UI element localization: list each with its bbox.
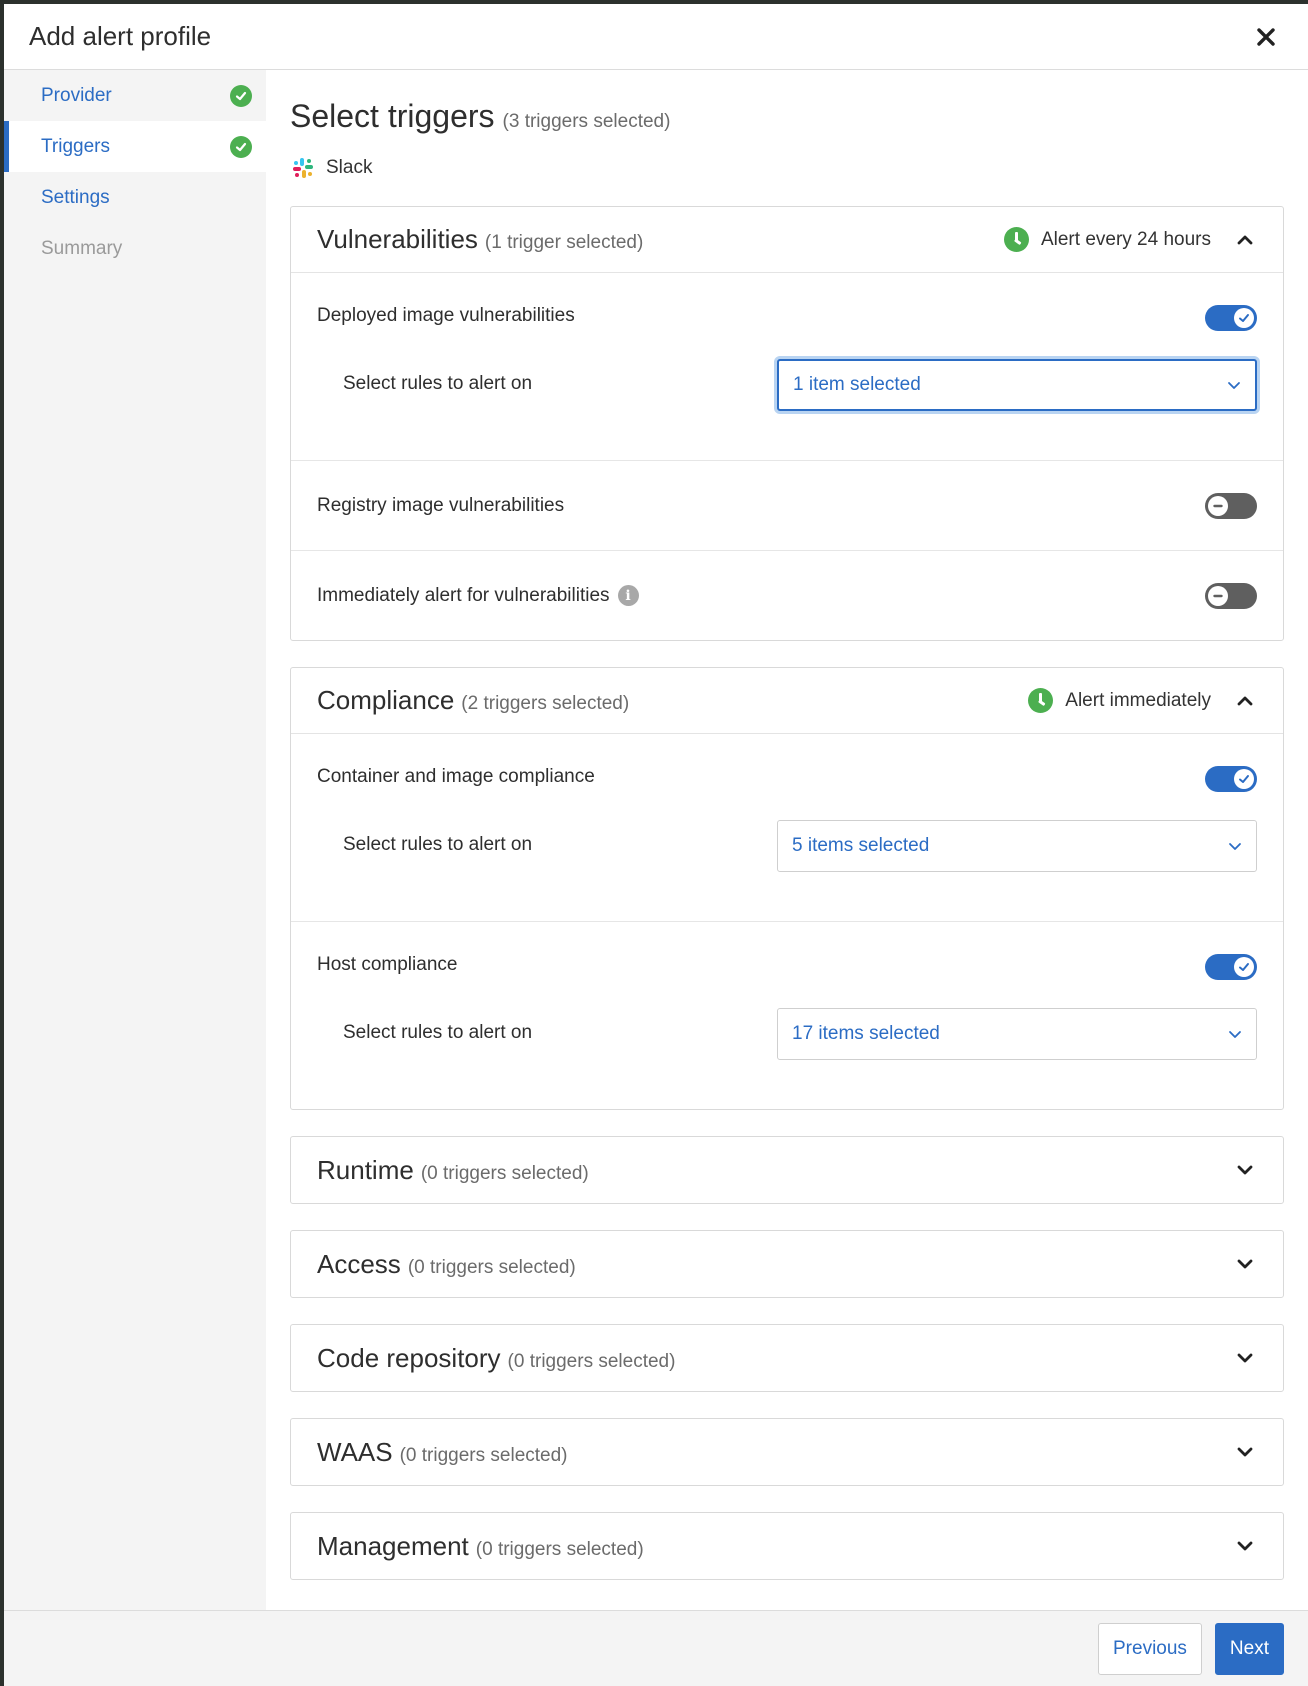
trigger-toggle[interactable] bbox=[1205, 954, 1257, 980]
provider-indicator: Slack bbox=[290, 157, 1284, 179]
section-title: Compliance bbox=[317, 685, 455, 715]
rules-select-value: 17 items selected bbox=[792, 1023, 940, 1044]
minus-icon bbox=[1208, 495, 1228, 516]
trigger-immediately-alert-vulnerabilities: Immediately alert for vulnerabilities i bbox=[291, 551, 1283, 640]
section-count: (2 triggers selected) bbox=[461, 693, 630, 714]
section-title: Management bbox=[317, 1530, 469, 1561]
rules-label: Select rules to alert on bbox=[343, 373, 533, 394]
section-title: Runtime bbox=[317, 1154, 414, 1185]
trigger-host-compliance: Host compliance Select rules to alert on… bbox=[291, 922, 1283, 1109]
section-waas: WAAS (0 triggers selected) bbox=[290, 1418, 1284, 1486]
trigger-label: Host compliance bbox=[317, 954, 458, 975]
section-vulnerabilities: Vulnerabilities (1 trigger selected) Ale… bbox=[290, 206, 1284, 641]
section-count: (1 trigger selected) bbox=[484, 232, 644, 253]
clock-icon bbox=[1028, 688, 1054, 713]
modal-body: Provider Triggers Settings Summary Selec… bbox=[4, 70, 1308, 1610]
chevron-up-icon[interactable] bbox=[1233, 689, 1257, 713]
check-icon bbox=[1234, 957, 1254, 977]
sidebar-item-label: Provider bbox=[41, 84, 112, 106]
slack-icon bbox=[293, 158, 313, 178]
page-title-text: Select triggers bbox=[290, 98, 495, 134]
page-subtitle: (3 triggers selected) bbox=[502, 111, 671, 132]
trigger-deployed-image-vulnerabilities: Deployed image vulnerabilities Select ru… bbox=[291, 273, 1283, 461]
rules-select[interactable]: 17 items selected bbox=[777, 1008, 1257, 1060]
section-compliance: Compliance (2 triggers selected) Alert i… bbox=[290, 667, 1284, 1110]
rules-label: Select rules to alert on bbox=[343, 1022, 533, 1043]
section-management: Management (0 triggers selected) bbox=[290, 1512, 1284, 1580]
sidebar-item-triggers[interactable]: Triggers bbox=[4, 121, 266, 172]
check-circle-icon bbox=[230, 84, 252, 107]
section-title: Access bbox=[317, 1248, 401, 1279]
rules-select[interactable]: 1 item selected bbox=[777, 359, 1257, 411]
section-count: (0 triggers selected) bbox=[420, 1162, 589, 1184]
sidebar-item-label: Triggers bbox=[41, 135, 110, 157]
section-header[interactable]: Access (0 triggers selected) bbox=[291, 1231, 1283, 1297]
alert-frequency: Alert immediately bbox=[1065, 689, 1211, 711]
trigger-label: Deployed image vulnerabilities bbox=[317, 305, 575, 326]
wizard-steps-sidebar: Provider Triggers Settings Summary bbox=[4, 70, 266, 1610]
check-icon bbox=[1234, 769, 1254, 789]
section-count: (0 triggers selected) bbox=[507, 1350, 676, 1372]
modal-title: Add alert profile bbox=[29, 21, 212, 51]
previous-button[interactable]: Previous bbox=[1098, 1622, 1202, 1675]
page-title: Select triggers (3 triggers selected) bbox=[290, 98, 1284, 135]
chevron-down-icon[interactable] bbox=[1233, 1252, 1257, 1276]
section-access: Access (0 triggers selected) bbox=[290, 1230, 1284, 1298]
sidebar-item-label: Summary bbox=[41, 237, 123, 259]
add-alert-profile-modal: Add alert profile Provider Triggers Sett… bbox=[4, 4, 1308, 1686]
chevron-down-icon[interactable] bbox=[1233, 1440, 1257, 1464]
section-header[interactable]: Management (0 triggers selected) bbox=[291, 1513, 1283, 1579]
rules-select-value: 1 item selected bbox=[793, 374, 921, 395]
clock-icon bbox=[1003, 227, 1029, 252]
trigger-toggle[interactable] bbox=[1205, 582, 1257, 609]
chevron-down-icon[interactable] bbox=[1233, 1534, 1257, 1558]
info-icon[interactable]: i bbox=[617, 585, 639, 606]
section-header[interactable]: Vulnerabilities (1 trigger selected) Ale… bbox=[291, 207, 1283, 273]
section-title: WAAS bbox=[317, 1436, 393, 1467]
minus-icon bbox=[1208, 585, 1228, 606]
provider-name: Slack bbox=[326, 157, 373, 178]
section-count: (0 triggers selected) bbox=[475, 1538, 644, 1560]
sidebar-item-summary: Summary bbox=[4, 223, 266, 274]
section-header[interactable]: Code repository (0 triggers selected) bbox=[291, 1325, 1283, 1391]
check-circle-icon bbox=[230, 135, 252, 158]
trigger-container-image-compliance: Container and image compliance Select ru… bbox=[291, 734, 1283, 922]
trigger-toggle[interactable] bbox=[1205, 766, 1257, 792]
section-runtime: Runtime (0 triggers selected) bbox=[290, 1136, 1284, 1204]
rules-select-value: 5 items selected bbox=[792, 835, 930, 856]
chevron-down-icon bbox=[1229, 842, 1241, 850]
section-header[interactable]: Compliance (2 triggers selected) Alert i… bbox=[291, 668, 1283, 734]
chevron-down-icon[interactable] bbox=[1233, 1346, 1257, 1370]
close-button[interactable] bbox=[1250, 21, 1282, 53]
chevron-up-icon[interactable] bbox=[1233, 228, 1257, 252]
modal-footer: Previous Next bbox=[4, 1610, 1308, 1686]
check-icon bbox=[1234, 308, 1254, 328]
trigger-registry-image-vulnerabilities: Registry image vulnerabilities bbox=[291, 461, 1283, 551]
section-title: Vulnerabilities bbox=[317, 224, 478, 254]
trigger-toggle[interactable] bbox=[1205, 305, 1257, 331]
close-icon bbox=[1257, 27, 1275, 46]
chevron-down-icon bbox=[1229, 1030, 1241, 1038]
sidebar-item-provider[interactable]: Provider bbox=[4, 70, 266, 121]
alert-frequency: Alert every 24 hours bbox=[1040, 228, 1211, 250]
trigger-label: Container and image compliance bbox=[317, 766, 595, 787]
section-header[interactable]: Runtime (0 triggers selected) bbox=[291, 1137, 1283, 1203]
chevron-down-icon bbox=[1228, 381, 1240, 389]
trigger-toggle[interactable] bbox=[1205, 492, 1257, 519]
next-button[interactable]: Next bbox=[1214, 1622, 1284, 1675]
rules-select[interactable]: 5 items selected bbox=[777, 820, 1257, 872]
section-title: Code repository bbox=[317, 1342, 501, 1373]
sidebar-item-label: Settings bbox=[41, 186, 110, 208]
section-count: (0 triggers selected) bbox=[399, 1444, 568, 1466]
section-header[interactable]: WAAS (0 triggers selected) bbox=[291, 1419, 1283, 1485]
trigger-label: Immediately alert for vulnerabilities bbox=[317, 584, 610, 606]
sidebar-item-settings[interactable]: Settings bbox=[4, 172, 266, 223]
chevron-down-icon[interactable] bbox=[1233, 1158, 1257, 1182]
trigger-label: Registry image vulnerabilities bbox=[317, 494, 565, 516]
main-content: Select triggers (3 triggers selected) Sl… bbox=[266, 70, 1308, 1610]
modal-header: Add alert profile bbox=[4, 4, 1308, 70]
rules-label: Select rules to alert on bbox=[343, 834, 533, 855]
section-count: (0 triggers selected) bbox=[407, 1256, 576, 1278]
section-code-repository: Code repository (0 triggers selected) bbox=[290, 1324, 1284, 1392]
